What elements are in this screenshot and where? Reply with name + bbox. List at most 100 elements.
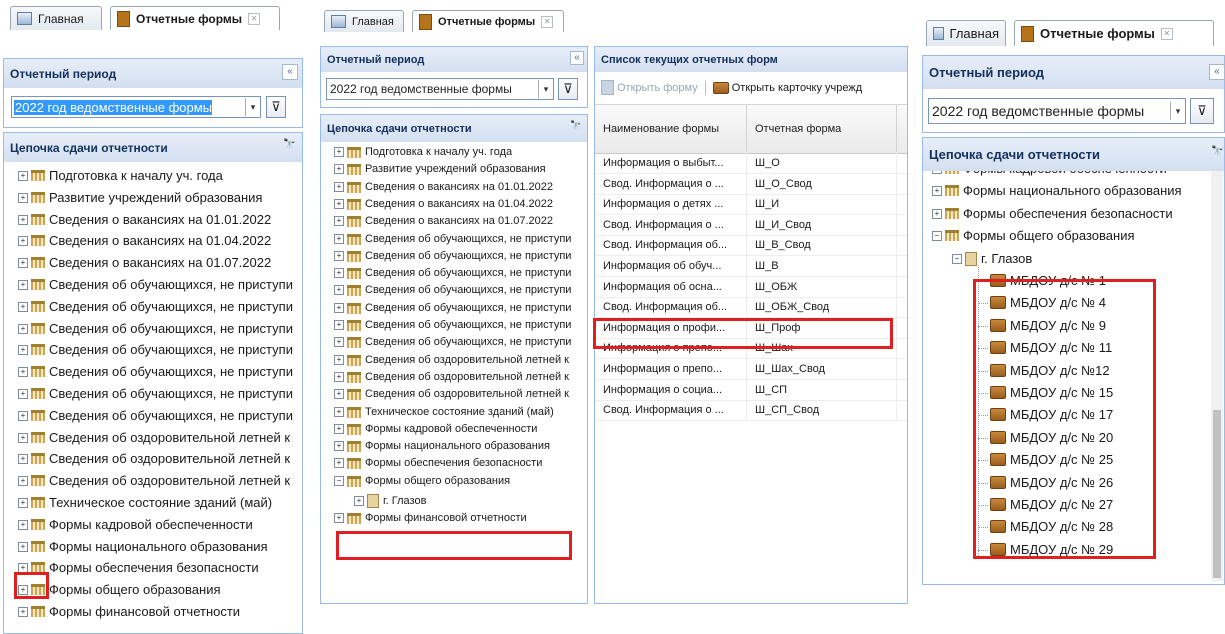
expand-node-icon[interactable]: + [334,303,344,313]
close-icon[interactable]: ✕ [248,12,261,25]
expand-node-icon[interactable]: + [334,372,344,382]
period-combo[interactable]: 2022 год ведомственные формы ▾ [928,98,1186,124]
tab-forms[interactable]: Отчетные формы ✕ [110,6,280,30]
tree-node[interactable]: + Формы обеспечения безопасности [932,206,1173,221]
expand-node-icon[interactable]: + [18,519,28,530]
tree-node[interactable]: + Сведения об оздоровительной летней к [18,430,290,445]
collapse-icon[interactable]: « [1209,64,1225,80]
tree-node[interactable]: + Сведения о вакансиях на 01.07.2022 [18,255,271,270]
chevron-down-icon[interactable]: ▾ [538,80,553,98]
tree-node[interactable]: − Формы общего образования [334,475,510,487]
tree-node[interactable]: + Сведения об обучающихся, не приступи [18,408,293,423]
expand-node-icon[interactable]: + [334,199,344,209]
expand-node-icon[interactable]: + [18,475,28,486]
expand-node-icon[interactable]: + [932,208,942,219]
expand-node-icon[interactable]: + [18,541,28,552]
tree-node[interactable]: + Сведения об обучающихся, не приступи [334,336,571,348]
expand-node-icon[interactable]: + [18,562,28,573]
expand-node-icon[interactable]: + [334,441,344,451]
table-row[interactable]: Свод. Информация о ... Ш_О_Свод [595,173,907,195]
table-row[interactable]: Информация об осна... Ш_ОБЖ [595,276,907,298]
expand-node-icon[interactable]: + [334,234,344,244]
collapse-node-icon[interactable]: − [952,253,962,264]
chevron-down-icon[interactable]: ▾ [245,98,260,116]
expand-node-icon[interactable]: + [18,323,28,334]
expand-node-icon[interactable]: + [334,285,344,295]
tree-node[interactable]: + Подготовка к началу уч. года [18,168,223,183]
expand-node-icon[interactable]: + [18,453,28,464]
expand-node-icon[interactable]: + [334,407,344,417]
table-row[interactable]: Информация о выбыт... Ш_О [595,152,907,174]
tree-node[interactable]: + Сведения об обучающихся, не приступи [18,321,293,336]
period-combo[interactable]: 2022 год ведомственные формы ▾ [11,96,261,118]
collapse-icon[interactable]: « [282,64,298,80]
tree-node[interactable]: + Сведения о вакансиях на 01.01.2022 [334,181,553,193]
chevron-down-icon[interactable]: ▾ [1170,102,1185,120]
collapse-node-icon[interactable]: − [334,476,344,486]
expand-node-icon[interactable]: + [18,214,28,225]
tab-home[interactable]: Главная [10,6,102,30]
tree-node[interactable]: − г. Глазов [952,251,1032,266]
table-row[interactable]: Свод. Информация о ... Ш_И_Свод [595,214,907,236]
table-row[interactable]: Информация о детях ... Ш_И [595,193,907,215]
tree-node[interactable]: + Сведения об обучающихся, не приступи [18,342,293,357]
open-form-button[interactable]: Открыть форму [601,80,698,95]
tree-node[interactable]: + Сведения об обучающихся, не приступи [334,302,571,314]
expand-node-icon[interactable]: + [18,279,28,290]
close-icon[interactable]: ✕ [541,15,554,28]
tree-node[interactable]: + г. Глазов [354,494,426,508]
expand-node-icon[interactable]: + [334,424,344,434]
binoculars-icon[interactable]: 🔭 [283,139,295,150]
tree-node[interactable]: + Сведения об обучающихся, не приступи [18,299,293,314]
expand-node-icon[interactable]: + [18,366,28,377]
expand-node-icon[interactable]: + [334,389,344,399]
expand-node-icon[interactable]: + [18,432,28,443]
tree-node[interactable]: + Сведения об оздоровительной летней к [334,388,569,400]
tree-scrollbar-thumb[interactable] [1213,410,1221,578]
expand-node-icon[interactable]: + [334,268,344,278]
expand-node-icon[interactable]: + [334,513,344,523]
expand-node-icon[interactable]: + [334,251,344,261]
tree-node[interactable]: + Формы национального образования [334,440,550,452]
expand-node-icon[interactable]: + [18,410,28,421]
tree-node[interactable]: + Сведения об оздоровительной летней к [18,451,290,466]
tab-home[interactable]: Главная [926,20,1006,46]
tree-node[interactable]: − Формы общего образования [932,228,1135,243]
collapse-icon[interactable]: « [570,51,584,65]
expand-node-icon[interactable]: + [18,192,28,203]
filter-button[interactable]: ⊽ [1190,98,1214,124]
tree-node[interactable]: + Развитие учреждений образования [334,163,546,175]
tree-node[interactable]: + Сведения об обучающихся, не приступи [18,364,293,379]
tree-node[interactable]: + Формы финансовой отчетности [18,604,240,619]
period-combo[interactable]: 2022 год ведомственные формы ▾ [326,78,554,100]
column-header-report-form[interactable]: Отчетная форма [747,105,897,153]
column-header-form-name[interactable]: Наименование формы [595,105,747,153]
tab-home[interactable]: Главная [324,10,404,32]
table-row[interactable]: Информация о социа... Ш_СП [595,379,907,401]
tree-node[interactable]: + Формы финансовой отчетности [334,512,527,524]
tree-node[interactable]: + Формы национального образования [932,183,1182,198]
tree-node[interactable]: + Формы кадровой обеспеченности [932,171,1167,176]
tree-node[interactable]: + Сведения об обучающихся, не приступи [334,267,571,279]
collapse-node-icon[interactable]: − [932,230,942,241]
expand-node-icon[interactable]: + [334,216,344,226]
expand-node-icon[interactable]: + [334,182,344,192]
expand-node-icon[interactable]: + [18,170,28,181]
table-row[interactable]: Информация об обуч... Ш_В [595,255,907,277]
expand-node-icon[interactable]: + [18,257,28,268]
expand-node-icon[interactable]: + [334,458,344,468]
tree-node[interactable]: + Сведения об обучающихся, не приступи [18,277,293,292]
tree-node[interactable]: + Сведения о вакансиях на 01.01.2022 [18,212,271,227]
expand-node-icon[interactable]: + [334,355,344,365]
expand-node-icon[interactable]: + [932,185,942,196]
tree-node[interactable]: + Формы обеспечения безопасности [334,457,542,469]
table-row[interactable]: Информация о препо... Ш_Шах_Свод [595,358,907,380]
expand-node-icon[interactable]: + [334,320,344,330]
tree-node[interactable]: + Сведения об обучающихся, не приступи [334,233,571,245]
expand-node-icon[interactable]: + [334,147,344,157]
binoculars-icon[interactable]: 🔭 [570,120,581,131]
binoculars-icon[interactable]: 🔭 [1211,146,1223,157]
table-row[interactable]: Свод. Информация о ... Ш_СП_Свод [595,399,907,421]
filter-button[interactable]: ⊽ [266,96,286,118]
tree-node[interactable]: + Формы обеспечения безопасности [18,560,259,575]
